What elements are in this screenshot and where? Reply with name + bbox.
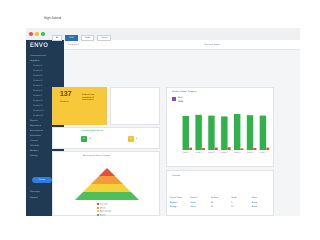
bar-pending[interactable]	[240, 148, 244, 150]
bar-pending[interactable]	[189, 147, 193, 150]
bar-chart: Group 1 Group 2 Group 3 Group 4 Group 5 Group…	[181, 114, 271, 154]
table-cell: Algebra I	[170, 202, 179, 204]
bar-pending[interactable]	[202, 148, 205, 150]
x-tick-label: Group 7	[260, 152, 267, 154]
table-header: Course Name Teacher Students Grade Status	[170, 197, 272, 199]
legend-dot	[97, 203, 99, 205]
attendance-card: Completed Attendance 14 0 14 0	[52, 127, 160, 149]
table-cell: Active	[251, 202, 258, 204]
legend-meets: Meets	[97, 206, 106, 210]
kpi-value: 137	[60, 91, 72, 98]
green-status-square: 14	[81, 136, 87, 142]
legend-label: Meets	[100, 207, 106, 210]
filter-chip[interactable]: Cancel	[97, 35, 112, 41]
bar-completed[interactable]	[233, 114, 241, 150]
table-header-cell[interactable]: Teacher	[190, 197, 210, 199]
bar-pending[interactable]	[227, 147, 231, 150]
legend-approaching: Approaching	[97, 210, 111, 213]
bar-pending[interactable]	[266, 147, 270, 150]
pyramid-tier-2	[91, 176, 123, 184]
table-cell: 9	[231, 202, 233, 204]
green-status-label: 14	[89, 138, 92, 140]
pyramid-tier-3	[83, 184, 131, 192]
pyramid-tier-bottom	[75, 192, 139, 200]
kpi-card: 137 Students Students have completed all…	[52, 87, 107, 125]
legend-dot	[97, 213, 99, 216]
filter-chip[interactable]: 2016	[65, 35, 78, 41]
table-cell: 24	[210, 206, 214, 208]
sidebar-item-support[interactable]: Support	[30, 196, 38, 201]
close-window-dot[interactable]	[29, 32, 33, 36]
table-cell: Active	[251, 206, 258, 208]
yellow-status-label: 0	[136, 138, 138, 140]
legend-exceeds: Exceeds	[97, 203, 108, 206]
bar-pending[interactable]	[253, 148, 257, 150]
table-cell: Biology	[170, 206, 177, 208]
minimize-window-dot[interactable]	[35, 32, 39, 36]
table-header-cell[interactable]: Students	[211, 197, 231, 199]
bar-completed[interactable]	[182, 116, 189, 150]
bar-pending[interactable]	[214, 147, 218, 150]
legend-dot	[97, 206, 99, 209]
x-tick-label: Group 2	[195, 152, 202, 154]
breadcrumb[interactable]: Dashboard	[68, 44, 79, 46]
create-button[interactable]: Create	[32, 177, 52, 183]
placeholder-card	[110, 87, 160, 125]
pyramid-tier-top	[99, 168, 115, 176]
kpi-description: Students have completed all assessments	[82, 94, 95, 102]
table-header-cell[interactable]: Course Name	[170, 197, 190, 199]
x-tick-label: Group 6	[247, 152, 254, 154]
legend-label: Exceeds	[100, 203, 108, 206]
attendance-title: Completed Attendance	[81, 130, 104, 132]
bar-completed[interactable]	[208, 115, 215, 150]
user-menu[interactable]: Welcome, Admin	[204, 44, 220, 46]
filter-chip[interactable]: Grade	[80, 35, 95, 41]
x-tick-label: Group 3	[208, 152, 215, 154]
bar-chart-card: Student Grades Progress Math 100% Group …	[166, 87, 274, 167]
legend-label: Approaching	[100, 210, 112, 213]
table-cell: Smith	[190, 202, 196, 204]
pyramid-card: Assessment Status Pyramid Exceeds Meets …	[52, 151, 160, 216]
table-row[interactable]: Algebra I Smith 28 9 Active	[170, 202, 272, 204]
courses-card: Courses Course Name Teacher Students Grade S…	[166, 170, 274, 216]
legend-dot	[97, 210, 99, 212]
top-bar: Dashboard Welcome, Admin	[64, 40, 300, 50]
legend-below: Below	[97, 213, 106, 217]
x-tick-label: Group 1	[183, 152, 190, 154]
bar-completed[interactable]	[259, 115, 267, 150]
x-tick-label: Group 4	[221, 152, 228, 154]
table-header-cell[interactable]: Grade	[231, 197, 251, 199]
page-title: High School	[44, 16, 62, 20]
pyramid-chart	[75, 168, 139, 200]
bar-completed[interactable]	[221, 116, 228, 150]
table-row[interactable]: Biology Jones 24 10 Active	[170, 206, 272, 208]
sidebar-item-messages[interactable]: Messages	[30, 190, 40, 195]
app-logo[interactable]: ENVO	[30, 43, 48, 49]
filter-bar: All 2016 Grade Cancel	[52, 35, 112, 41]
bar-completed[interactable]	[195, 114, 202, 150]
maximize-window-dot[interactable]	[41, 32, 45, 36]
legend-label: Below	[100, 214, 106, 217]
table-cell: Jones	[190, 206, 196, 208]
x-tick-label: Group 5	[234, 152, 241, 154]
courses-title: Courses	[172, 175, 181, 177]
kpi-label: Students	[60, 101, 69, 103]
table-cell: 28	[210, 202, 214, 204]
table-header-cell[interactable]: Status	[252, 197, 272, 199]
table-cell: 10	[231, 206, 234, 208]
bar-completed[interactable]	[246, 115, 254, 150]
filter-chip[interactable]: All	[52, 35, 63, 41]
yellow-status-square: 0	[128, 136, 134, 142]
